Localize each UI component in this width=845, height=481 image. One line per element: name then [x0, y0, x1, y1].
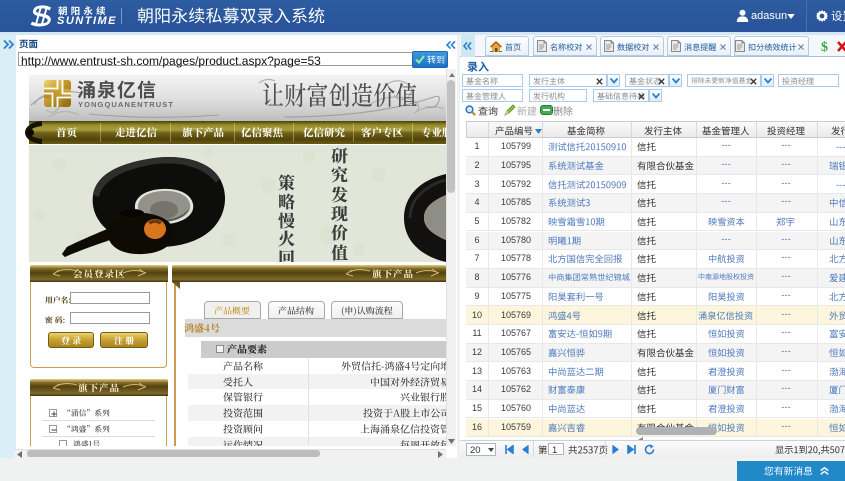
svg-text:$: $: [821, 40, 828, 53]
